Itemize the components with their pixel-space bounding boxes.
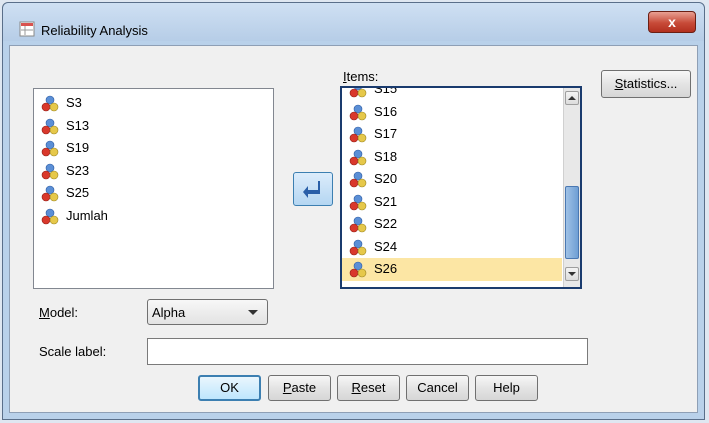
- move-arrow-icon: [303, 181, 320, 198]
- model-label: Model:: [39, 305, 79, 320]
- cancel-button[interactable]: Cancel: [406, 375, 469, 401]
- window-title: Reliability Analysis: [41, 23, 148, 38]
- scale-variable-icon: [349, 216, 367, 233]
- close-icon: x: [668, 14, 676, 30]
- list-item-label: S24: [374, 238, 398, 254]
- list-item-label: S18: [374, 148, 398, 164]
- move-variable-button[interactable]: [293, 172, 333, 206]
- scale-variable-icon: [349, 104, 367, 120]
- list-item[interactable]: S15: [342, 86, 562, 101]
- list-item-label: S15: [374, 86, 398, 96]
- chevron-up-icon: [568, 96, 576, 100]
- list-item[interactable]: S22: [342, 213, 562, 236]
- list-item[interactable]: S16: [342, 101, 562, 124]
- list-item[interactable]: S3: [34, 92, 273, 115]
- scale-variable-icon: [41, 95, 59, 112]
- list-item-label: S3: [66, 95, 82, 110]
- ok-button[interactable]: OK: [198, 375, 261, 401]
- scale-label-input[interactable]: [147, 338, 588, 365]
- list-item[interactable]: S24: [342, 236, 562, 259]
- list-item[interactable]: S26: [342, 258, 562, 281]
- list-item[interactable]: S23: [34, 160, 273, 183]
- list-item[interactable]: S20: [342, 168, 562, 191]
- scale-variable-icon: [349, 88, 367, 98]
- list-item-label: S23: [66, 162, 90, 178]
- reliability-dialog: Reliability Analysis x S3 S13 S19 S23 S25 Jum…: [2, 2, 705, 420]
- list-item[interactable]: S21: [342, 191, 562, 214]
- list-item[interactable]: S13: [34, 115, 273, 138]
- chevron-down-icon: [248, 310, 258, 315]
- list-item-label: S25: [66, 185, 90, 200]
- scale-label-label: Scale label:: [39, 344, 107, 359]
- list-item-label: S16: [374, 103, 398, 119]
- list-item[interactable]: S19: [34, 137, 273, 160]
- items-scrollbar[interactable]: [563, 88, 580, 287]
- list-item-label: S13: [66, 117, 90, 133]
- scroll-thumb[interactable]: [565, 186, 579, 259]
- scale-variable-icon: [349, 126, 367, 143]
- list-item-label: S26: [374, 261, 398, 276]
- scale-variable-icon: [41, 208, 59, 224]
- scroll-up-button[interactable]: [565, 91, 579, 105]
- paste-button[interactable]: Paste: [268, 375, 331, 401]
- title-bar: Reliability Analysis x: [3, 3, 704, 41]
- list-item-label: S20: [374, 171, 398, 186]
- scale-variable-icon: [41, 185, 59, 202]
- reliability-icon: [19, 21, 35, 37]
- source-variable-list[interactable]: S3 S13 S19 S23 S25 Jumlah: [33, 88, 274, 289]
- list-item-label: S21: [374, 193, 398, 209]
- scale-variable-icon: [349, 239, 367, 255]
- items-label: Items:: [343, 69, 379, 84]
- scale-variable-icon: [349, 171, 367, 188]
- list-item-label: S17: [374, 126, 398, 141]
- list-item-label: S22: [374, 216, 398, 231]
- scale-variable-icon: [41, 163, 59, 179]
- chevron-down-icon: [568, 272, 576, 276]
- list-item[interactable]: S18: [342, 146, 562, 169]
- scale-variable-icon: [349, 261, 367, 278]
- help-button[interactable]: Help: [475, 375, 538, 401]
- reset-button[interactable]: Reset: [337, 375, 400, 401]
- scale-variable-icon: [349, 149, 367, 165]
- list-item[interactable]: S25: [34, 182, 273, 205]
- scroll-down-button[interactable]: [565, 267, 579, 281]
- statistics-button[interactable]: Statistics...: [601, 70, 691, 98]
- list-item-label: S19: [66, 140, 90, 155]
- model-value: Alpha: [152, 305, 186, 320]
- items-list[interactable]: S15 S16 S17 S18 S20 S21 S22 S24 S26: [340, 86, 582, 289]
- scale-variable-icon: [41, 118, 59, 134]
- list-item-label: Jumlah: [66, 207, 108, 223]
- scale-variable-icon: [349, 194, 367, 210]
- model-select[interactable]: Alpha: [147, 299, 268, 325]
- close-button[interactable]: x: [648, 11, 696, 33]
- scale-variable-icon: [41, 140, 59, 157]
- dialog-body: S3 S13 S19 S23 S25 Jumlah Items: S15 S16 S17 S18…: [9, 45, 698, 413]
- list-item[interactable]: S17: [342, 123, 562, 146]
- list-item[interactable]: Jumlah: [34, 205, 273, 228]
